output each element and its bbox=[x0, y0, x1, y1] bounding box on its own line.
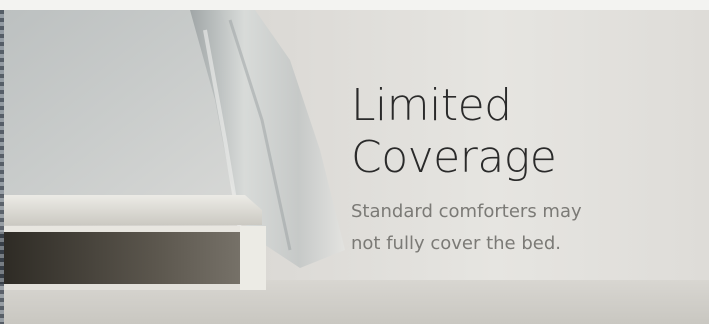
subtitle-line-2: not fully cover the bed. bbox=[351, 233, 561, 254]
subtitle-line-1: Standard comforters may bbox=[351, 201, 582, 222]
mattress-edge bbox=[0, 195, 262, 225]
bed-base bbox=[0, 230, 262, 285]
title-line-2: Coverage bbox=[351, 132, 557, 183]
left-edge-strip bbox=[0, 10, 4, 324]
product-feature-image: Limited Coverage Standard comforters may… bbox=[0, 0, 709, 324]
caption-block: Limited Coverage Standard comforters may… bbox=[351, 80, 691, 260]
title-line-1: Limited bbox=[351, 80, 512, 131]
